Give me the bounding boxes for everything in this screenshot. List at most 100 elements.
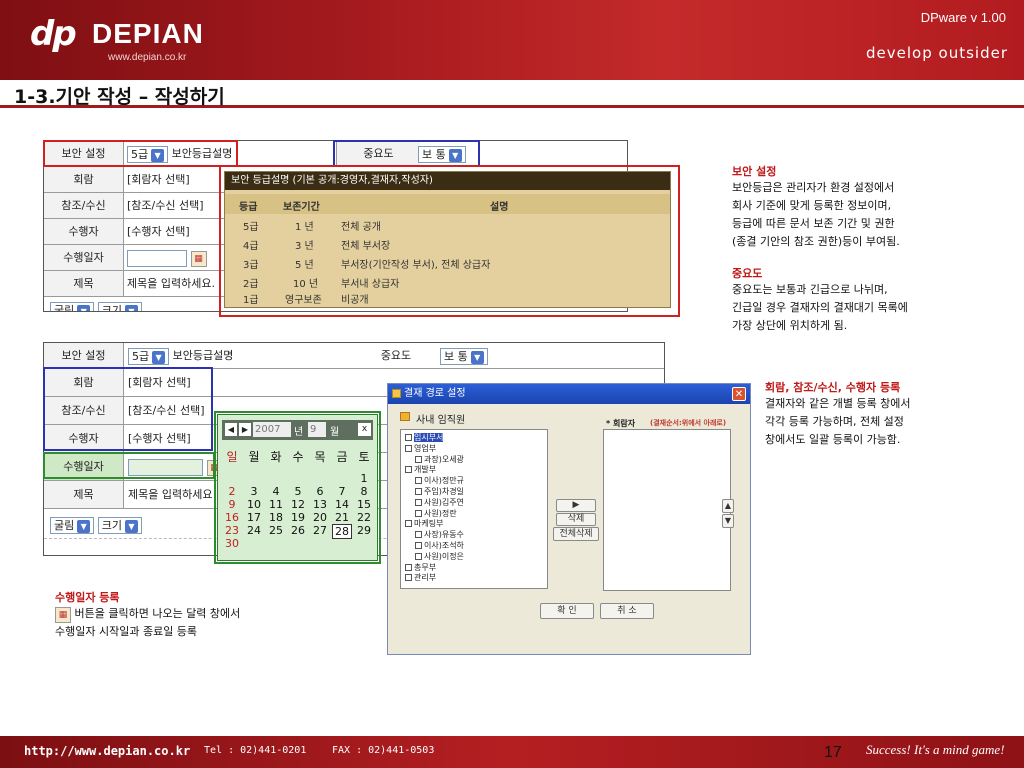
size-select[interactable]: 크기 ▼ xyxy=(97,301,142,311)
checkbox[interactable] xyxy=(405,444,412,452)
calendar-icon[interactable]: ▦ xyxy=(190,251,207,267)
note-register-head: 회람, 참조/수신, 수행자 등록 xyxy=(765,381,901,394)
label-subject: 제목 xyxy=(44,271,124,296)
checkbox[interactable] xyxy=(405,563,412,571)
label-security: 보안 설정 xyxy=(44,343,124,368)
tree-node[interactable]: 영업부 xyxy=(405,443,436,454)
security-highlight xyxy=(43,140,238,167)
tree-node[interactable]: 관리부 xyxy=(405,572,436,583)
chevron-down-icon: ▼ xyxy=(125,304,138,311)
note-security-body: 보안등급은 관리자가 환경 설정에서 회사 기준에 맞게 등록한 정보이며, 등… xyxy=(732,181,900,248)
circulation-select-link[interactable]: [회람자 선택] xyxy=(127,167,190,192)
checkbox[interactable] xyxy=(405,434,412,441)
tree-node[interactable]: 과장)오세광 xyxy=(415,454,464,465)
security-grade-select[interactable]: 5급 ▼ xyxy=(128,347,170,365)
label-importance: 중요도 xyxy=(380,349,412,362)
date-start-input[interactable] xyxy=(127,249,187,267)
tree-root-label: 사내 임직원 xyxy=(416,415,466,426)
tree-node[interactable]: 이사)조석하 xyxy=(415,540,464,551)
receiver-list[interactable] xyxy=(603,429,731,591)
importance-select[interactable]: 보 통 ▼ xyxy=(440,347,488,365)
label-subject: 제목 xyxy=(44,481,124,508)
note-register-body: 결재자와 같은 개별 등록 창에서 각각 등록 가능하며, 전체 설정 창에서도… xyxy=(765,397,911,446)
font-select[interactable]: 굴림 ▼ xyxy=(50,301,95,311)
subject-input[interactable]: 제목을 입력하세요 xyxy=(128,481,212,506)
logo-url: www.depian.co.kr xyxy=(108,52,187,63)
importance-highlight xyxy=(333,140,480,167)
note-importance-head: 중요도 xyxy=(732,267,763,280)
chevron-down-icon: ▼ xyxy=(125,519,138,533)
tree-node[interactable]: 개발부 xyxy=(405,464,436,475)
tree-node[interactable]: 총무부 xyxy=(405,562,436,573)
size-select[interactable]: 크기 ▼ xyxy=(97,516,142,534)
folder-icon xyxy=(400,412,410,421)
font-select[interactable]: 굴림 ▼ xyxy=(50,516,95,534)
logo-mark: dp xyxy=(30,14,77,54)
chevron-down-icon: ▼ xyxy=(152,350,166,364)
row-security: 보안 설정 5급 ▼ 보안등급설명 중요도 보 통 ▼ xyxy=(44,343,664,369)
checkbox[interactable] xyxy=(405,574,412,582)
note-date-head: 수행일자 등록 xyxy=(55,591,120,604)
checkbox[interactable] xyxy=(405,466,412,474)
date-highlight xyxy=(43,452,215,479)
cancel-button[interactable]: 취 소 xyxy=(600,603,654,619)
tree-node[interactable]: 사원)김주연 xyxy=(415,497,464,508)
security-desc-link[interactable]: 보안등급설명 xyxy=(173,349,234,362)
label-reference: 참조/수신 xyxy=(44,193,124,218)
tree-node[interactable]: 사원)정란 xyxy=(415,508,457,519)
tree-node[interactable]: 사장)유동수 xyxy=(415,529,464,540)
page-title: 1-3.기안 작성 – 작성하기 xyxy=(14,86,225,108)
note-register: 회람, 참조/수신, 수행자 등록 결재자와 같은 개별 등록 창에서 각각 등… xyxy=(765,379,1005,449)
note-importance: 중요도 중요도는 보통과 긴급으로 나뉘며, 긴급일 경우 결재자의 결재대기 … xyxy=(732,265,1002,335)
note-security: 보안 설정 보안등급은 관리자가 환경 설정에서 회사 기준에 맞게 등록한 정… xyxy=(732,163,1002,251)
footer-tel: Tel : 02)441-0201 xyxy=(204,745,307,756)
chevron-down-icon: ▼ xyxy=(77,304,91,311)
checkbox[interactable] xyxy=(415,531,422,539)
close-icon[interactable]: ✕ xyxy=(732,387,746,401)
chevron-down-icon: ▼ xyxy=(77,519,91,533)
calendar-icon: ▦ xyxy=(55,607,71,623)
tree-node[interactable]: 임시부서 xyxy=(405,432,444,443)
checkbox[interactable] xyxy=(405,520,412,528)
tree-node[interactable]: 주임)차경일 xyxy=(415,486,464,497)
approval-path-dialog: 결재 경로 설정 ✕ 사내 임직원 임시부서 영업부 과장)오세광 개발부 이사)정만규… xyxy=(387,383,751,655)
checkbox[interactable] xyxy=(415,542,422,549)
footer-fax: FAX : 02)441-0503 xyxy=(332,745,435,756)
version-label: DPware v 1.00 xyxy=(920,10,1006,25)
delete-all-button[interactable]: 전체삭제 xyxy=(553,527,599,541)
checkbox[interactable] xyxy=(415,498,422,506)
tree-node[interactable]: 사원)이정은 xyxy=(415,551,464,562)
checkbox[interactable] xyxy=(415,477,422,485)
logo-name: DEPIAN xyxy=(92,18,204,49)
chevron-down-icon: ▼ xyxy=(470,350,484,364)
calendar-highlight xyxy=(214,411,381,564)
move-up-icon[interactable]: ▲ xyxy=(722,499,734,513)
label-date: 수행일자 xyxy=(44,245,124,270)
delete-button[interactable]: 삭제 xyxy=(556,513,596,526)
checkbox[interactable] xyxy=(415,455,422,463)
ok-button[interactable]: 확 인 xyxy=(540,603,594,619)
label-circulation: 회람 xyxy=(44,167,124,192)
note-importance-body: 중요도는 보통과 긴급으로 나뉘며, 긴급일 경우 결재자의 결재대기 목록에 … xyxy=(732,283,908,332)
note-date-body: ▦ 버튼을 클릭하면 나오는 달력 창에서 수행일자 시작일과 종료일 등록 xyxy=(55,607,241,638)
reference-select-link[interactable]: [참조/수신 선택] xyxy=(127,193,204,218)
subject-input[interactable]: 제목을 입력하세요. xyxy=(127,271,215,296)
add-button[interactable]: ▶ xyxy=(556,499,596,512)
checkbox[interactable] xyxy=(415,552,422,560)
recipients-highlight xyxy=(43,367,213,451)
org-tree[interactable]: 임시부서 영업부 과장)오세광 개발부 이사)정만규 주임)차경일 사원)김주연 사원)정란 마… xyxy=(400,429,548,589)
checkbox[interactable] xyxy=(415,488,422,495)
checkbox[interactable] xyxy=(415,509,422,517)
footer-slogan: Success! It's a mind game! xyxy=(866,742,1005,757)
security-popup-highlight xyxy=(219,165,680,317)
folder-icon xyxy=(392,389,401,398)
tree-node[interactable]: 마케팅부 xyxy=(405,518,443,529)
note-security-head: 보안 설정 xyxy=(732,165,777,178)
move-down-icon[interactable]: ▼ xyxy=(722,514,734,528)
dialog-title: 결재 경로 설정 xyxy=(388,384,750,404)
label-performer: 수행자 xyxy=(44,219,124,244)
performer-select-link[interactable]: [수행자 선택] xyxy=(127,219,190,244)
tree-node[interactable]: 이사)정만규 xyxy=(415,475,464,486)
page-number: 17 xyxy=(824,744,842,761)
receiver-hint: (결재순서:위에서 아래로) xyxy=(650,419,727,427)
